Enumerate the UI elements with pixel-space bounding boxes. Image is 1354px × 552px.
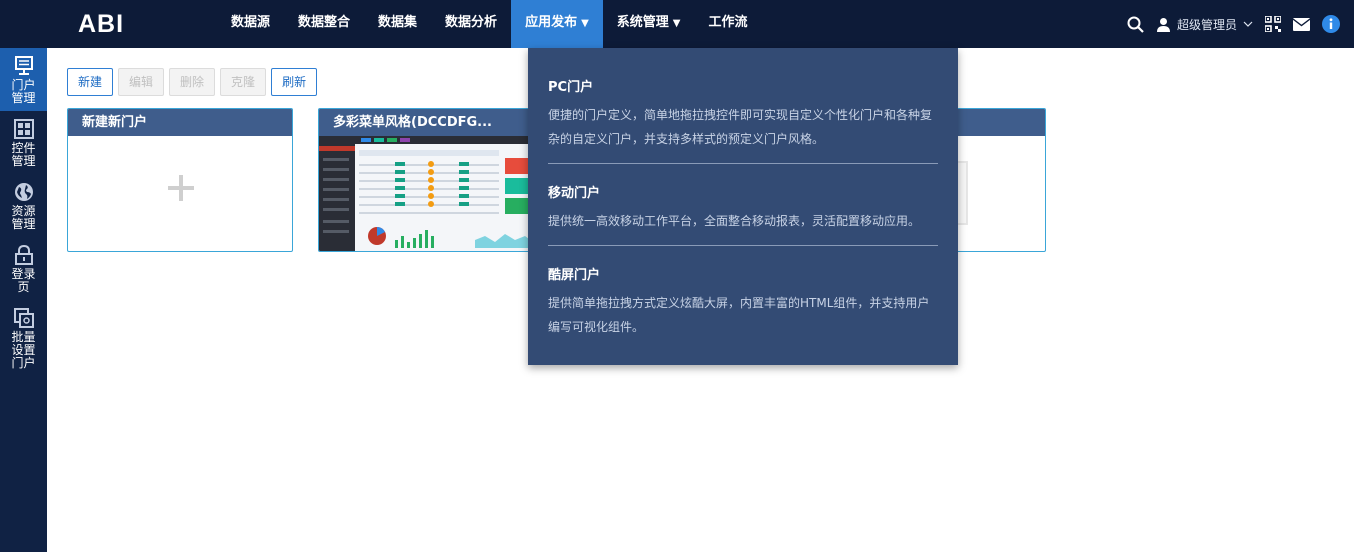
- edit-button[interactable]: 编辑: [118, 68, 165, 96]
- nav-label: 数据分析: [445, 15, 498, 30]
- dropdown-item-title: 移动门户: [548, 186, 601, 201]
- nav-item-datasource[interactable]: 数据源: [217, 0, 284, 48]
- copy-icon: [13, 308, 34, 328]
- dropdown-item-desc: 提供统一高效移动工作平台，全面整合移动报表，灵活配置移动应用。: [548, 214, 921, 228]
- nav-item-data-analysis[interactable]: 数据分析: [431, 0, 511, 48]
- nav-item-workflow[interactable]: 工作流: [695, 0, 762, 48]
- grid-icon: [13, 119, 34, 139]
- dropdown-item-title: 酷屏门户: [548, 268, 601, 283]
- globe-icon: [14, 183, 33, 201]
- delete-button[interactable]: 删除: [169, 68, 216, 96]
- app-publish-dropdown: PC门户 便捷的门户定义，简单地拖拉拽控件即可实现自定义个性化门户和各种复杂的自…: [528, 48, 958, 365]
- refresh-button[interactable]: 刷新: [271, 68, 318, 96]
- clone-button[interactable]: 克隆: [220, 68, 267, 96]
- user-name: 超级管理员: [1176, 17, 1237, 32]
- user-icon: [1156, 17, 1170, 32]
- sidebar-item-login-page[interactable]: 登录页: [0, 237, 47, 300]
- portal-toolbar: 新建 编辑 删除 克隆 刷新: [67, 68, 318, 96]
- sidebar-item-label: 控件管理: [11, 141, 36, 168]
- nav-label: 系统管理: [616, 15, 669, 30]
- dropdown-item-pc-portal[interactable]: PC门户 便捷的门户定义，简单地拖拉拽控件即可实现自定义个性化门户和各种复杂的自…: [548, 48, 938, 151]
- divider: [548, 245, 938, 246]
- user-menu[interactable]: 超级管理员: [1156, 16, 1253, 33]
- dropdown-item-title: PC门户: [548, 80, 594, 95]
- sidebar-item-label: 批量设置门户: [11, 330, 36, 370]
- sidebar-item-widget-management[interactable]: 控件管理: [0, 111, 47, 174]
- sidebar-item-label: 门户管理: [11, 78, 36, 105]
- header-tools: 超级管理员: [1127, 0, 1340, 48]
- dropdown-item-desc: 便捷的门户定义，简单地拖拉拽控件即可实现自定义个性化门户和各种复杂的自定义门户，…: [548, 108, 933, 146]
- nav-item-system-admin[interactable]: 系统管理 ▼: [603, 0, 695, 48]
- sidebar-item-resource-management[interactable]: 资源管理: [0, 174, 47, 237]
- dropdown-item-mobile-portal[interactable]: 移动门户 提供统一高效移动工作平台，全面整合移动报表，灵活配置移动应用。: [548, 182, 938, 233]
- sidebar-item-label: 登录页: [11, 267, 36, 294]
- nav-label: 数据源: [231, 15, 271, 30]
- new-button[interactable]: 新建: [67, 68, 114, 96]
- sidebar-item-portal-management[interactable]: 门户管理: [0, 48, 47, 111]
- nav-item-dataset[interactable]: 数据集: [364, 0, 431, 48]
- sidebar-item-batch-portal-settings[interactable]: 批量设置门户: [0, 300, 47, 376]
- search-icon[interactable]: [1127, 16, 1144, 33]
- lock-icon: [14, 245, 33, 265]
- caret-down-icon: ▼: [672, 18, 681, 29]
- sidebar-item-label: 资源管理: [11, 204, 36, 231]
- chevron-down-icon: [1243, 21, 1253, 27]
- portal-card[interactable]: 多彩菜单风格(DCCDFG...: [318, 108, 544, 252]
- plus-icon: [168, 175, 194, 201]
- dropdown-item-desc: 提供简单拖拉拽方式定义炫酷大屏，内置丰富的HTML组件，并支持用户编写可视化组件…: [548, 296, 930, 334]
- qrcode-icon[interactable]: [1265, 16, 1281, 32]
- info-icon[interactable]: [1322, 15, 1340, 33]
- main-nav: 数据源 数据整合 数据集 数据分析 应用发布 ▼ 系统管理 ▼ 工作流: [217, 0, 762, 48]
- dropdown-item-cool-screen-portal[interactable]: 酷屏门户 提供简单拖拉拽方式定义炫酷大屏，内置丰富的HTML组件，并支持用户编写…: [548, 264, 938, 339]
- new-portal-card[interactable]: 新建新门户: [67, 108, 293, 252]
- card-title: 多彩菜单风格(DCCDFG...: [319, 109, 543, 136]
- nav-label: 工作流: [708, 15, 748, 30]
- monitor-icon: [14, 56, 33, 75]
- nav-label: 应用发布: [525, 15, 578, 30]
- mail-icon[interactable]: [1293, 17, 1310, 31]
- nav-label: 数据集: [378, 15, 418, 30]
- top-bar: ABI 数据源 数据整合 数据集 数据分析 应用发布 ▼ 系统管理 ▼ 工作流 超级…: [0, 0, 1354, 48]
- app-logo[interactable]: ABI: [78, 10, 124, 39]
- nav-item-data-integration[interactable]: 数据整合: [284, 0, 364, 48]
- card-title: 新建新门户: [68, 109, 292, 136]
- divider: [548, 163, 938, 164]
- sidebar: 门户管理 控件管理 资源管理 登录页 批量设置门户: [0, 48, 47, 552]
- caret-down-icon: ▼: [581, 18, 589, 29]
- nav-item-app-publish[interactable]: 应用发布 ▼: [511, 0, 603, 48]
- nav-label: 数据整合: [298, 15, 351, 30]
- portal-thumbnail: [319, 136, 543, 251]
